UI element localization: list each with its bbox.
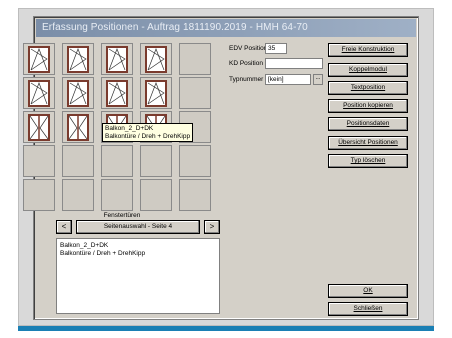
freie-konstruktion-button[interactable]: Freie Konstruktion bbox=[328, 43, 408, 57]
typnummer-field[interactable]: [kein] bbox=[265, 74, 311, 85]
chevron-left-icon: < bbox=[61, 222, 67, 231]
next-page-button[interactable]: > bbox=[204, 220, 220, 234]
window-type-cell[interactable] bbox=[62, 77, 94, 109]
empty-grid-cell[interactable] bbox=[23, 145, 55, 177]
schliessen-button[interactable]: Schließen bbox=[328, 302, 408, 316]
info-textbox[interactable]: Balkon_2_D+DK Balkontüre / Dreh + DrehKi… bbox=[56, 238, 220, 314]
window-type-cell[interactable] bbox=[101, 43, 133, 75]
koppelmodul-button[interactable]: Koppelmodul bbox=[328, 63, 408, 77]
window-icon bbox=[145, 80, 167, 107]
edv-position-field[interactable]: 35 bbox=[265, 43, 287, 54]
kd-position-label: KD Position bbox=[229, 60, 263, 67]
window-type-cell[interactable] bbox=[62, 111, 94, 143]
window-type-cell[interactable] bbox=[23, 43, 55, 75]
typnummer-label: Typnummer bbox=[229, 76, 264, 83]
window-icon bbox=[106, 46, 128, 73]
tooltip-line-1: Balkon_2_D+DK bbox=[105, 125, 154, 132]
window-type-cell[interactable] bbox=[62, 43, 94, 75]
window-icon bbox=[28, 46, 50, 73]
tooltip-line-2: Balkontüre / Dreh + DrehKipp bbox=[105, 132, 191, 140]
positionsdaten-button[interactable]: Positionsdaten bbox=[328, 117, 408, 131]
empty-grid-cell[interactable] bbox=[179, 179, 211, 211]
empty-grid-cell[interactable] bbox=[140, 179, 172, 211]
window-type-cell[interactable] bbox=[140, 77, 172, 109]
textposition-button[interactable]: Textposition bbox=[328, 81, 408, 95]
bottom-accent-bar bbox=[18, 326, 434, 331]
double-door-icon bbox=[67, 114, 89, 141]
typ-loeschen-button[interactable]: Typ löschen bbox=[328, 154, 408, 168]
window-icon bbox=[67, 80, 89, 107]
window-type-cell[interactable] bbox=[23, 77, 55, 109]
empty-grid-cell[interactable] bbox=[101, 179, 133, 211]
tooltip: Balkon_2_D+DK Balkontüre / Dreh + DrehKi… bbox=[102, 123, 194, 142]
empty-grid-cell[interactable] bbox=[179, 43, 211, 75]
info-line-2: Balkontüre / Dreh + DrehKipp bbox=[60, 249, 146, 257]
window-type-cell[interactable] bbox=[101, 77, 133, 109]
empty-grid-cell[interactable] bbox=[23, 179, 55, 211]
window-icon bbox=[28, 80, 50, 107]
page-select-button[interactable]: Seitenauswahl - Seite 4 bbox=[76, 220, 200, 234]
info-line-1: Balkon_2_D+DK bbox=[60, 242, 109, 249]
uebersicht-positionen-button[interactable]: Übersicht Positionen bbox=[328, 136, 408, 150]
window-icon bbox=[106, 80, 128, 107]
position-kopieren-button[interactable]: Position kopieren bbox=[328, 99, 408, 113]
typnummer-browse-button[interactable]: ... bbox=[313, 74, 323, 85]
kd-position-field[interactable] bbox=[265, 58, 323, 69]
prev-page-button[interactable]: < bbox=[56, 220, 72, 234]
empty-grid-cell[interactable] bbox=[140, 145, 172, 177]
window-type-cell[interactable] bbox=[140, 43, 172, 75]
window-icon bbox=[145, 46, 167, 73]
ok-button[interactable]: OK bbox=[328, 284, 408, 298]
empty-grid-cell[interactable] bbox=[62, 145, 94, 177]
chevron-right-icon: > bbox=[209, 222, 215, 231]
window-icon bbox=[67, 46, 89, 73]
edv-position-label: EDV Position bbox=[229, 45, 268, 52]
window-title: Erfassung Positionen - Auftrag 1811190.2… bbox=[42, 22, 308, 33]
title-bar[interactable]: Erfassung Positionen - Auftrag 1811190.2… bbox=[36, 19, 416, 37]
empty-grid-cell[interactable] bbox=[101, 145, 133, 177]
empty-grid-cell[interactable] bbox=[179, 145, 211, 177]
empty-grid-cell[interactable] bbox=[62, 179, 94, 211]
double-door-icon bbox=[28, 114, 50, 141]
empty-grid-cell[interactable] bbox=[179, 77, 211, 109]
grid-caption: Fenstertüren bbox=[103, 212, 141, 219]
window-type-cell[interactable] bbox=[23, 111, 55, 143]
